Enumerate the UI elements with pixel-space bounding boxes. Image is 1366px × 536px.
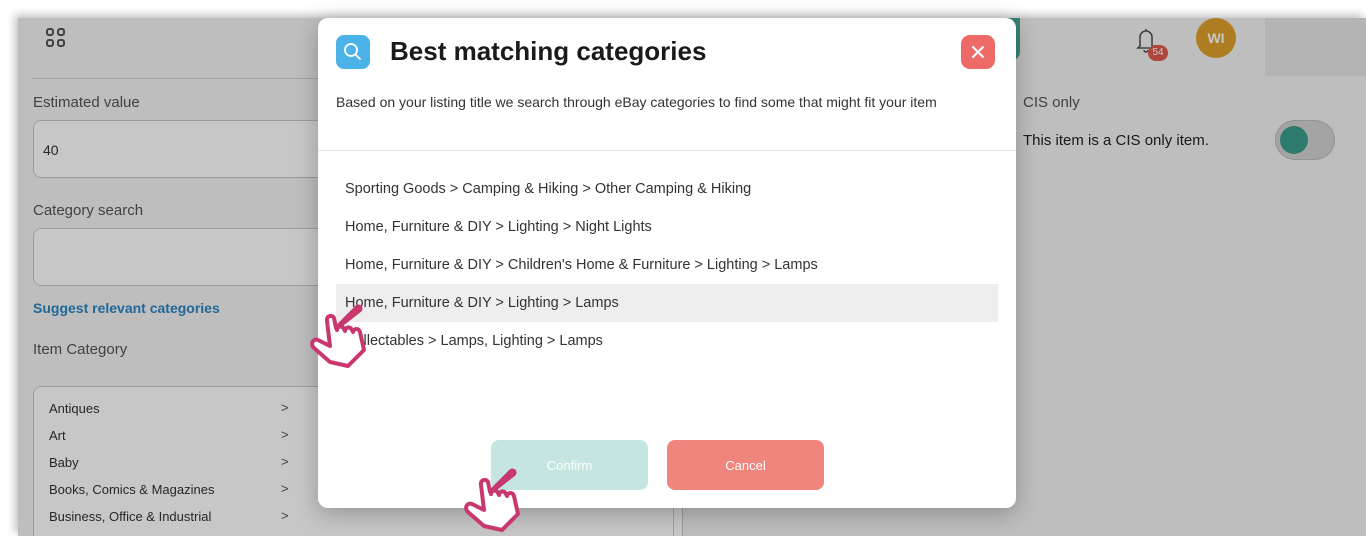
category-option[interactable]: Home, Furniture & DIY > Lighting > Night… [336, 208, 998, 246]
modal-description: Based on your listing title we search th… [336, 94, 937, 110]
category-modal: Best matching categories Based on your l… [318, 18, 1016, 508]
category-options-list: Sporting Goods > Camping & Hiking > Othe… [336, 170, 998, 360]
close-icon[interactable] [961, 35, 995, 69]
cancel-button[interactable]: Cancel [667, 440, 824, 490]
hand-cursor-icon [310, 304, 366, 368]
category-option-selected[interactable]: Home, Furniture & DIY > Lighting > Lamps [336, 284, 998, 322]
modal-title: Best matching categories [390, 36, 707, 66]
search-icon [336, 35, 370, 69]
modal-divider [318, 150, 1016, 151]
hand-cursor-icon [464, 468, 520, 532]
category-option[interactable]: Home, Furniture & DIY > Children's Home … [336, 246, 998, 284]
category-option[interactable]: Collectables > Lamps, Lighting > Lamps [336, 322, 998, 360]
category-option[interactable]: Sporting Goods > Camping & Hiking > Othe… [336, 170, 998, 208]
